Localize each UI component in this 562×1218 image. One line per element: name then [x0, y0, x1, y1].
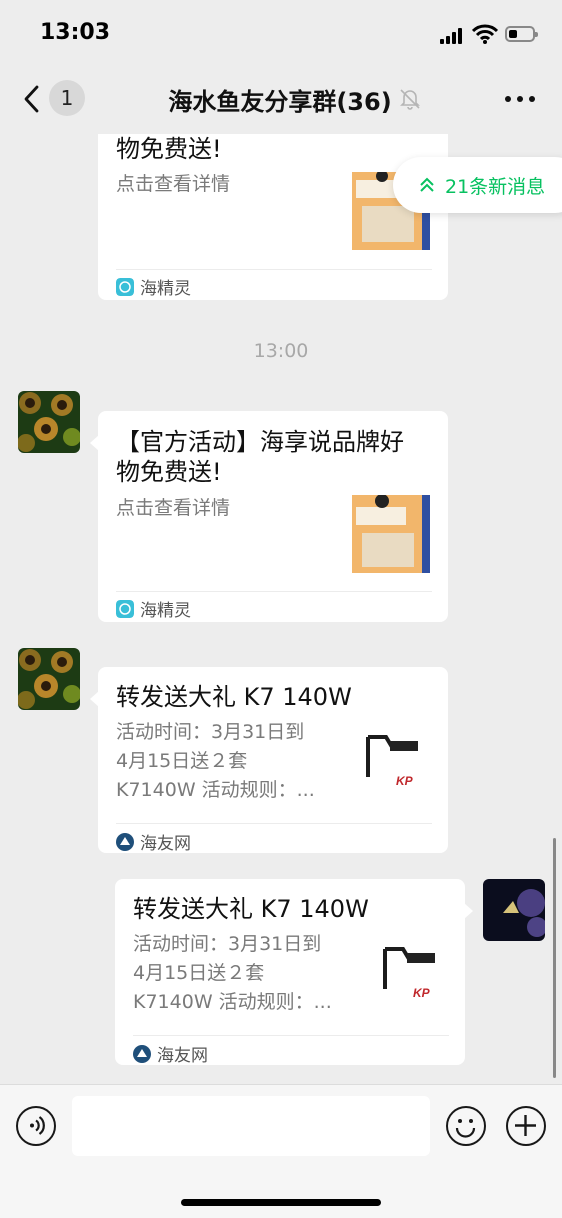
card-description: 活动时间：3月31日到 [133, 933, 322, 955]
avatar[interactable] [18, 391, 80, 453]
status-bar: 13:03 [0, 0, 562, 64]
message-input[interactable] [72, 1096, 430, 1156]
signal-icon [440, 28, 466, 44]
card-title: 转发送大礼 K7 140W [116, 683, 352, 711]
card-thumbnail [352, 495, 430, 573]
card-description: 活动时间：3月31日到 [116, 721, 305, 743]
card-divider [116, 591, 432, 592]
svg-text:KP: KP [413, 986, 431, 1000]
new-messages-button[interactable]: 21条新消息 [393, 157, 562, 213]
scrollbar[interactable] [553, 838, 556, 1078]
card-title: 【官方活动】海享说品牌好 [116, 428, 404, 456]
card-source-label: 海精灵 [140, 601, 191, 621]
message-card[interactable]: 转发送大礼 K7 140W 活动时间：3月31日到 4月15日送２套 K7140… [90, 667, 448, 854]
card-thumbnail: KP [369, 937, 447, 1015]
double-chevron-up-icon [420, 177, 434, 192]
card-source: 海友网 [116, 829, 191, 854]
chat-title: 海水鱼友分享群(36) [168, 88, 392, 116]
card-title: 转发送大礼 K7 140W [133, 895, 369, 923]
coral-avatar-image [18, 648, 80, 710]
card-divider [116, 269, 432, 270]
card-source-label: 海友网 [140, 834, 191, 854]
chat-area[interactable]: 物免费送! 点击查看详情 海精灵 21条新消息 13:00 【官方活动】海享说品… [0, 134, 562, 1084]
emoji-button[interactable] [446, 1106, 486, 1146]
card-description: 点击查看详情 [116, 497, 231, 519]
time-divider: 13:00 [253, 340, 309, 362]
card-divider [116, 823, 432, 824]
new-messages-label: 21条新消息 [445, 175, 546, 198]
voice-button[interactable] [16, 1106, 56, 1146]
mini-program-icon [116, 599, 134, 618]
mini-program-icon [116, 277, 134, 296]
card-description: K7140W 活动规则：... [133, 991, 332, 1013]
card-divider [133, 1035, 449, 1036]
card-description: 4月15日送２套 [116, 750, 248, 772]
card-title: 物免费送! [116, 135, 222, 163]
message-card[interactable]: 【官方活动】海享说品牌好 物免费送! 点击查看详情 海精灵 [90, 411, 448, 622]
home-indicator [181, 1199, 381, 1206]
battery-level [509, 30, 517, 38]
night-avatar-image [483, 879, 545, 941]
card-title: 物免费送! [116, 458, 222, 486]
wifi-icon [472, 24, 498, 44]
card-source: 海精灵 [116, 596, 191, 621]
battery-icon [505, 26, 538, 42]
card-description: 点击查看详情 [116, 173, 231, 195]
input-bar [0, 1084, 562, 1218]
unread-count-badge[interactable]: 1 [49, 80, 85, 116]
voice-icon [30, 1116, 45, 1135]
card-description: K7140W 活动规则：... [116, 779, 315, 801]
website-icon [116, 832, 134, 851]
nav-bar: 1 海水鱼友分享群(36) [0, 64, 562, 134]
add-button[interactable] [506, 1106, 546, 1146]
my-avatar[interactable] [483, 879, 545, 941]
card-source-label: 海精灵 [140, 279, 191, 299]
avatar[interactable] [18, 648, 80, 710]
status-time: 13:03 [40, 20, 111, 45]
card-thumbnail: KP [352, 725, 430, 803]
message-card[interactable]: 物免费送! 点击查看详情 海精灵 [98, 134, 448, 300]
chevron-left-icon[interactable] [20, 84, 44, 114]
card-description: 4月15日送２套 [133, 962, 265, 984]
plus-icon [515, 1115, 536, 1136]
card-source: 海精灵 [116, 274, 191, 299]
card-source-label: 海友网 [157, 1046, 208, 1066]
message-card[interactable]: 转发送大礼 K7 140W 活动时间：3月31日到 4月15日送２套 K7140… [115, 879, 473, 1066]
more-icon[interactable] [505, 96, 535, 102]
coral-avatar-image [18, 391, 80, 453]
bell-muted-icon [400, 89, 420, 110]
website-icon [133, 1044, 151, 1063]
emoji-icon [455, 1119, 476, 1138]
card-source: 海友网 [133, 1041, 208, 1066]
svg-text:KP: KP [396, 774, 414, 788]
